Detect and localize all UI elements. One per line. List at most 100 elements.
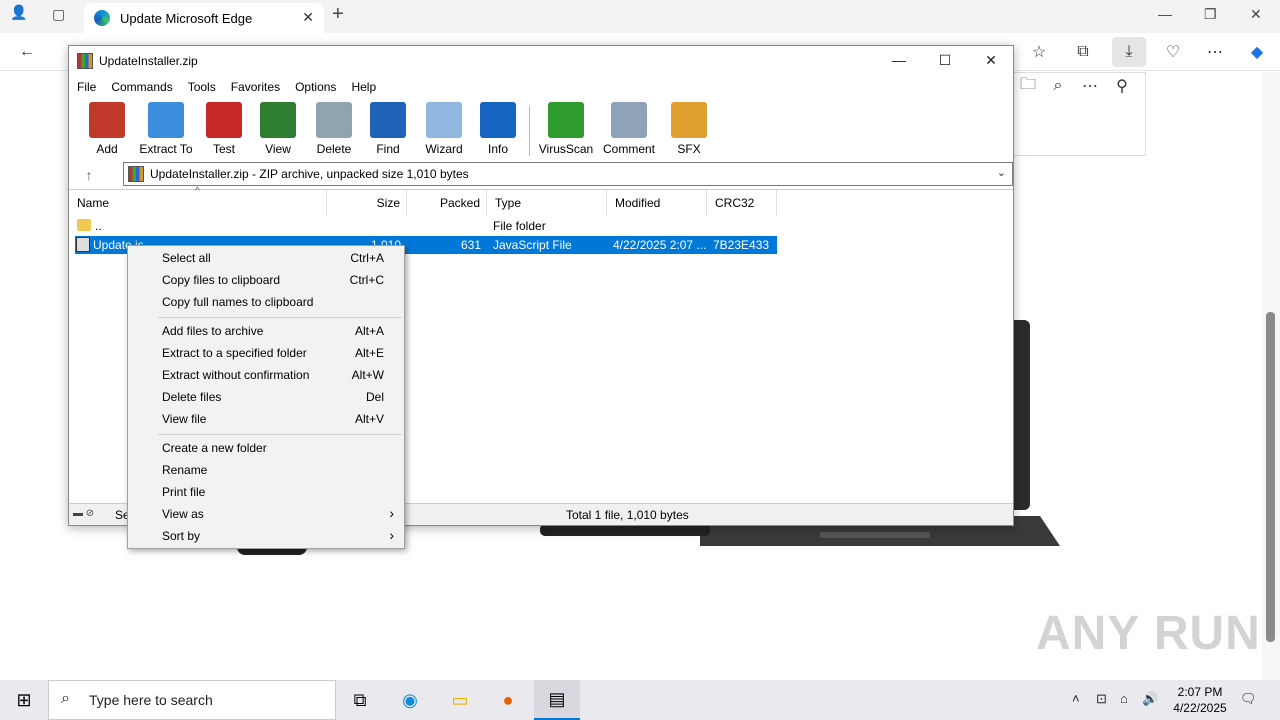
menu-item-select-all[interactable]: Select all Ctrl+A: [128, 247, 404, 269]
menu-item-copy-names[interactable]: Copy full names to clipboard: [128, 291, 404, 313]
test-button[interactable]: Test: [195, 102, 253, 156]
firefox-icon[interactable]: ●: [494, 686, 522, 714]
wand-icon: [426, 102, 462, 138]
chevron-up-icon[interactable]: ˄: [1072, 691, 1080, 706]
info-label: Info: [487, 142, 508, 156]
wizard-button[interactable]: Wizard: [415, 102, 473, 156]
find-button[interactable]: Find: [359, 102, 417, 156]
menu-commands[interactable]: Commands: [111, 80, 172, 94]
windows-start-icon[interactable]: ⊞: [10, 686, 38, 714]
task-view-icon[interactable]: ⧉: [346, 686, 374, 714]
taskbar-search[interactable]: ⌕ Type here to search: [48, 680, 336, 720]
sfx-button[interactable]: SFX: [660, 102, 718, 156]
context-menu: Select all Ctrl+A Copy files to clipboard…: [127, 245, 405, 549]
test-icon: [206, 102, 242, 138]
add-icon: [89, 102, 125, 138]
menu-bar: File Commands Tools Favorites Options He…: [69, 76, 1013, 98]
virusscan-button[interactable]: VirusScan: [537, 102, 595, 156]
menu-item-extract-to[interactable]: Extract to a specified folder Alt+E: [128, 342, 404, 364]
extract-to-button[interactable]: Extract To: [137, 102, 195, 156]
menu-item-delete[interactable]: Delete files Del: [128, 386, 404, 408]
menu-item-print[interactable]: Print file: [128, 481, 404, 503]
menu-help[interactable]: Help: [351, 80, 376, 94]
chevron-down-icon[interactable]: ⌄: [997, 166, 1006, 179]
menu-item-copy-files[interactable]: Copy files to clipboard Ctrl+C: [128, 269, 404, 291]
tab-actions-icon[interactable]: ▢: [52, 6, 65, 23]
bug-icon: [548, 102, 584, 138]
wifi-icon[interactable]: ⌂: [1120, 691, 1128, 706]
menu-item-sort-by[interactable]: Sort by ›: [128, 525, 404, 547]
menu-item-rename[interactable]: Rename: [128, 459, 404, 481]
close-window-icon[interactable]: ✕: [1250, 6, 1262, 23]
up-folder-icon[interactable]: ↑: [69, 167, 109, 183]
test-label: Test: [212, 142, 235, 156]
folder-icon: [77, 219, 91, 231]
minimize-icon[interactable]: —: [889, 52, 909, 68]
search-icon: ⌕: [61, 690, 70, 707]
menu-item-extract-without-confirmation[interactable]: Extract without confirmation Alt+W: [128, 364, 404, 386]
menu-tools[interactable]: Tools: [188, 80, 216, 94]
more-icon[interactable]: ⋯: [1204, 41, 1226, 63]
network-icon[interactable]: ⊡: [1096, 691, 1107, 707]
folder-icon[interactable]: 🗀: [1017, 75, 1039, 97]
delete-button[interactable]: Delete: [305, 102, 363, 156]
menu-item-new-folder[interactable]: Create a new folder: [128, 437, 404, 459]
column-type[interactable]: Type: [487, 190, 607, 216]
info-button[interactable]: Info: [469, 102, 527, 156]
menu-file[interactable]: File: [77, 80, 96, 94]
column-size[interactable]: Size: [327, 190, 407, 216]
extract-to-label: Extract To: [139, 142, 193, 156]
browser-essentials-icon[interactable]: ♡: [1162, 41, 1184, 63]
menu-item-view-file[interactable]: View file Alt+V: [128, 408, 404, 430]
page-scrollbar[interactable]: [1262, 72, 1280, 680]
view-label: View: [265, 142, 291, 156]
comment-button[interactable]: Comment: [600, 102, 658, 156]
maximize-icon[interactable]: ☐: [935, 52, 955, 69]
search-icon[interactable]: ⌕: [1047, 75, 1069, 97]
row-type: File folder: [493, 219, 546, 233]
edge-icon[interactable]: ◉: [396, 686, 424, 714]
column-crc32[interactable]: CRC32: [707, 190, 777, 216]
view-button[interactable]: View: [249, 102, 307, 156]
notification-icon[interactable]: 🗨: [1240, 691, 1257, 707]
pin-icon[interactable]: ⚲: [1111, 75, 1133, 97]
add-button[interactable]: Add: [78, 102, 136, 156]
menu-item-view-as[interactable]: View as ›: [128, 503, 404, 525]
js-file-icon: [76, 237, 90, 252]
winrar-title-bar[interactable]: UpdateInstaller.zip — ☐ ✕: [69, 46, 1013, 76]
scroll-thumb[interactable]: [1266, 312, 1275, 642]
column-packed[interactable]: Packed: [407, 190, 487, 216]
menu-item-add-files[interactable]: Add files to archive Alt+A: [128, 320, 404, 342]
menu-favorites[interactable]: Favorites: [231, 80, 280, 94]
status-total: Total 1 file, 1,010 bytes: [566, 508, 689, 522]
close-icon[interactable]: ✕: [981, 52, 1001, 69]
book-icon: [260, 102, 296, 138]
volume-icon[interactable]: 🔊: [1142, 691, 1158, 707]
new-tab-icon[interactable]: +: [332, 3, 344, 26]
minimize-icon[interactable]: —: [1158, 6, 1172, 22]
file-explorer-icon[interactable]: ▭: [446, 686, 474, 714]
trash-icon: [316, 102, 352, 138]
downloads-icon[interactable]: ⤓: [1112, 37, 1146, 67]
tab-update-edge[interactable]: Update Microsoft Edge ✕: [84, 3, 324, 33]
sfx-label: SFX: [677, 142, 701, 156]
path-dropdown[interactable]: UpdateInstaller.zip - ZIP archive, unpac…: [123, 162, 1013, 186]
clock-time: 2:07 PM: [1177, 685, 1223, 699]
menu-options[interactable]: Options: [295, 80, 336, 94]
clock[interactable]: 2:07 PM 4/22/2025: [1160, 684, 1240, 716]
winrar-icon: [77, 53, 93, 69]
close-tab-icon[interactable]: ✕: [302, 9, 314, 26]
back-icon[interactable]: ←: [16, 41, 38, 63]
restore-icon[interactable]: ❐: [1204, 6, 1217, 23]
more-options-icon[interactable]: ⋯: [1079, 75, 1101, 97]
menu-separator: [158, 317, 402, 318]
winrar-taskbar-icon[interactable]: ▤: [534, 680, 580, 720]
comment-icon: [611, 102, 647, 138]
profile-icon[interactable]: 👤: [10, 4, 27, 21]
column-modified[interactable]: Modified: [607, 190, 707, 216]
table-row[interactable]: .. File folder: [75, 217, 777, 235]
collections-icon[interactable]: ⧉: [1072, 41, 1094, 63]
copilot-icon[interactable]: ◆: [1246, 41, 1268, 63]
folder-extract-icon: [148, 102, 184, 138]
favorites-icon[interactable]: ☆: [1028, 41, 1050, 63]
